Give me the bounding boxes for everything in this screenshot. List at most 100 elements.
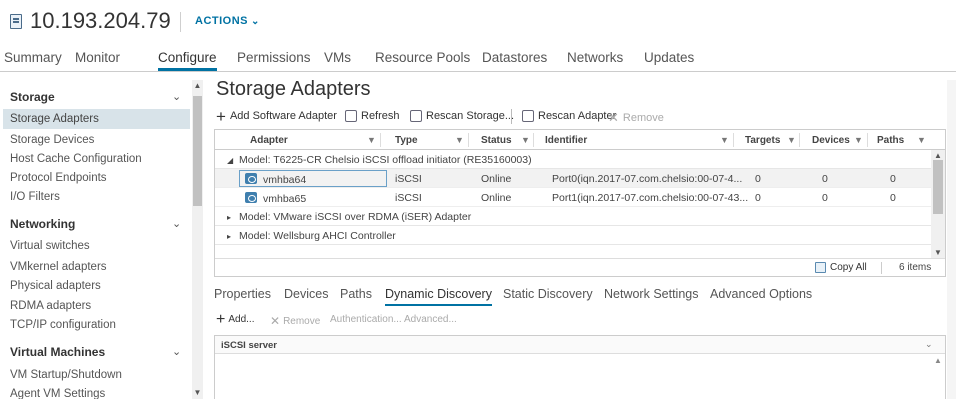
rescan-adapter-button[interactable]: Rescan Adapter	[522, 110, 616, 122]
refresh-label: Refresh	[361, 110, 400, 122]
tab-summary[interactable]: Summary	[4, 50, 62, 65]
rescan-storage-label: Rescan Storage...	[426, 110, 515, 122]
tab-datastores[interactable]: Datastores	[482, 50, 547, 65]
sidebar-item-tcpip-configuration[interactable]: TCP/IP configuration	[10, 319, 116, 331]
chevron-down-icon[interactable]: ⌄	[172, 217, 181, 230]
page-scrollbar[interactable]	[947, 80, 956, 399]
authentication-button[interactable]: Authentication...	[330, 314, 402, 325]
sidebar-item-rdma-adapters[interactable]: RDMA adapters	[10, 300, 91, 312]
identifier-cell: Port0(iqn.2017-07.com.chelsio:00-07-4...	[552, 173, 743, 185]
tab-advanced-options[interactable]: Advanced Options	[710, 287, 812, 301]
sidebar-item-host-cache-configuration[interactable]: Host Cache Configuration	[10, 153, 142, 165]
grid-scrollbar-thumb[interactable]	[933, 160, 943, 214]
chevron-down-icon[interactable]: ⌄	[925, 339, 933, 350]
sidebar-section-networking[interactable]: Networking	[10, 217, 75, 231]
tab-paths[interactable]: Paths	[340, 287, 372, 301]
sidebar-item-physical-adapters[interactable]: Physical adapters	[10, 280, 101, 292]
column-header-iscsi-server[interactable]: iSCSI server	[221, 340, 277, 351]
column-header-adapter[interactable]: Adapter	[250, 135, 288, 146]
copy-all-button[interactable]: Copy All	[815, 262, 867, 273]
grid-header: iSCSI server ⌄	[215, 336, 945, 354]
tab-devices[interactable]: Devices	[284, 287, 328, 301]
tab-updates[interactable]: Updates	[644, 50, 694, 65]
refresh-button[interactable]: Refresh	[345, 110, 400, 122]
filter-icon[interactable]: ▼	[455, 135, 464, 145]
sidebar-item-io-filters[interactable]: I/O Filters	[10, 191, 60, 203]
plus-icon: +	[216, 310, 226, 328]
expand-right-icon[interactable]: ▸	[227, 213, 239, 222]
remove-server-button[interactable]: ✕ Remove	[270, 314, 320, 328]
filter-icon[interactable]: ▼	[917, 135, 926, 145]
actions-label: ACTIONS	[195, 15, 248, 27]
group-row-wellsburg-ahci[interactable]: ▸ Model: Wellsburg AHCI Controller	[215, 226, 931, 245]
status-cell: Online	[481, 192, 512, 204]
sidebar-scrollbar-thumb[interactable]	[193, 96, 202, 206]
tab-networks[interactable]: Networks	[567, 50, 623, 65]
table-row[interactable]: vmhba64 iSCSI Online Port0(iqn.2017-07.c…	[215, 169, 931, 188]
sidebar-item-vmkernel-adapters[interactable]: VMkernel adapters	[10, 261, 107, 273]
group-row-chelsio[interactable]: ◢ Model: T6225-CR Chelsio iSCSI offload i…	[215, 150, 931, 169]
rescan-storage-icon	[410, 110, 422, 122]
remove-adapter-label: Remove	[622, 112, 664, 124]
filter-icon[interactable]: ▼	[367, 135, 376, 145]
actions-menu-button[interactable]: ACTIONS ⌄	[195, 15, 260, 27]
column-header-status[interactable]: Status	[481, 135, 512, 146]
sidebar-item-vm-startup-shutdown[interactable]: VM Startup/Shutdown	[10, 369, 122, 381]
targets-cell: 0	[755, 192, 761, 204]
header-divider	[180, 12, 181, 32]
tab-configure[interactable]: Configure	[158, 50, 217, 71]
scroll-up-icon[interactable]: ▲	[931, 151, 945, 160]
scroll-up-icon[interactable]: ▲	[931, 356, 945, 365]
sidebar-item-virtual-switches[interactable]: Virtual switches	[10, 240, 90, 252]
host-title: 10.193.204.79	[30, 8, 171, 33]
chevron-down-icon[interactable]: ⌄	[172, 90, 181, 103]
column-header-identifier[interactable]: Identifier	[545, 135, 587, 146]
rescan-adapter-label: Rescan Adapter	[538, 110, 617, 122]
column-header-targets[interactable]: Targets	[745, 135, 780, 146]
configure-sidebar: Storage ⌄ Storage Adapters Storage Devic…	[0, 73, 203, 399]
sidebar-section-storage[interactable]: Storage	[10, 90, 55, 104]
tab-static-discovery[interactable]: Static Discovery	[503, 287, 593, 301]
sidebar-item-storage-adapters[interactable]: Storage Adapters	[3, 109, 190, 129]
scroll-down-icon[interactable]: ▼	[931, 248, 945, 257]
filter-icon[interactable]: ▼	[854, 135, 863, 145]
rescan-storage-button[interactable]: Rescan Storage...	[410, 110, 514, 122]
sidebar-item-storage-devices[interactable]: Storage Devices	[10, 134, 94, 146]
column-header-paths[interactable]: Paths	[877, 135, 904, 146]
add-software-adapter-label: Add Software Adapter	[229, 110, 337, 122]
paths-cell: 0	[890, 192, 896, 204]
add-software-adapter-button[interactable]: + Add Software Adapter	[216, 108, 337, 125]
filter-icon[interactable]: ▼	[787, 135, 796, 145]
table-row[interactable]: vmhba65 iSCSI Online Port1(iqn.2017-07.c…	[215, 188, 931, 207]
adapter-detail-tabs: Properties Devices Paths Dynamic Discove…	[214, 283, 946, 306]
expand-down-icon[interactable]: ◢	[227, 156, 239, 165]
column-divider	[533, 133, 534, 147]
tab-monitor[interactable]: Monitor	[75, 50, 120, 65]
filter-icon[interactable]: ▼	[521, 135, 530, 145]
sidebar-item-agent-vm-settings[interactable]: Agent VM Settings	[10, 388, 105, 399]
filter-icon[interactable]: ▼	[720, 135, 729, 145]
sidebar-section-virtual-machines[interactable]: Virtual Machines	[10, 345, 105, 359]
scroll-up-icon[interactable]: ▲	[192, 81, 203, 90]
refresh-icon	[345, 110, 357, 122]
column-header-type[interactable]: Type	[395, 135, 418, 146]
sidebar-item-protocol-endpoints[interactable]: Protocol Endpoints	[10, 172, 107, 184]
scroll-down-icon[interactable]: ▼	[192, 388, 203, 397]
add-server-button[interactable]: + Add...	[216, 310, 254, 328]
remove-adapter-button[interactable]: ✕ Remove	[608, 110, 664, 126]
chevron-down-icon[interactable]: ⌄	[172, 345, 181, 358]
tab-resource-pools[interactable]: Resource Pools	[375, 50, 470, 65]
advanced-button[interactable]: Advanced...	[404, 314, 457, 325]
column-header-devices[interactable]: Devices	[812, 135, 850, 146]
tab-vms[interactable]: VMs	[324, 50, 351, 65]
storage-adapter-icon	[245, 192, 257, 203]
type-cell: iSCSI	[395, 173, 422, 185]
tab-properties[interactable]: Properties	[214, 287, 271, 301]
expand-right-icon[interactable]: ▸	[227, 232, 239, 241]
group-row-vmware-iser[interactable]: ▸ Model: VMware iSCSI over RDMA (iSER) Ad…	[215, 207, 931, 226]
tab-dynamic-discovery[interactable]: Dynamic Discovery	[385, 287, 492, 306]
tab-permissions[interactable]: Permissions	[237, 50, 311, 65]
tab-network-settings[interactable]: Network Settings	[604, 287, 698, 301]
storage-adapters-grid: Adapter ▼ Type ▼ Status ▼ Identifier ▼ T…	[214, 129, 946, 277]
toolbar-divider	[511, 109, 512, 124]
